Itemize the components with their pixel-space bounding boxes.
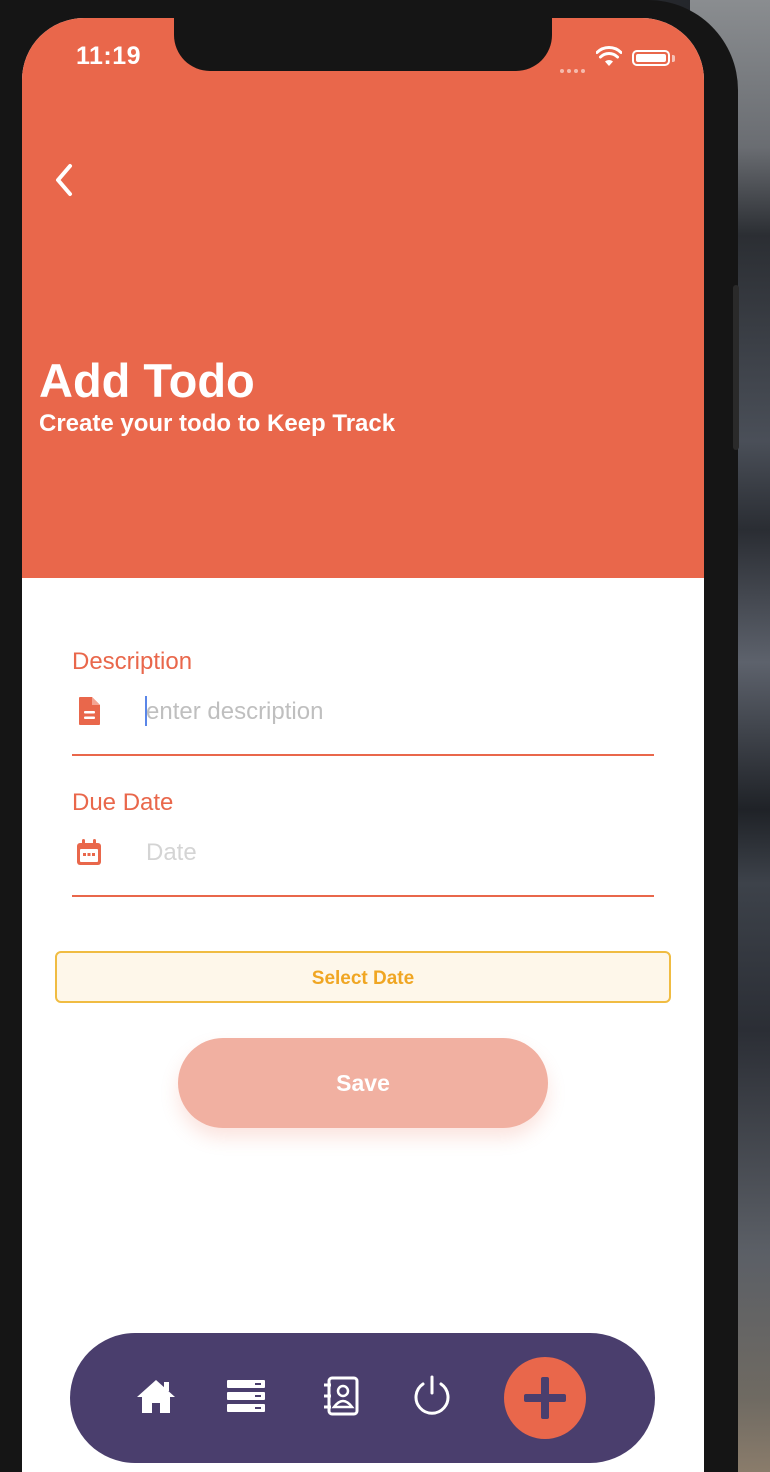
back-button[interactable] [46,156,86,204]
power-icon [414,1375,450,1415]
nav-home[interactable] [133,1373,179,1419]
nav-add-button[interactable] [504,1357,586,1439]
nav-list[interactable] [223,1373,269,1419]
app-screen: 11:19 Add Todo Create your todo to Keep … [22,18,704,1472]
status-indicators [560,42,680,73]
calendar-icon [77,839,101,865]
phone-side-button [733,285,739,450]
status-time: 11:19 [76,42,142,70]
due-date-input[interactable] [146,833,646,873]
add-icon [524,1377,566,1419]
nav-power[interactable] [409,1373,455,1419]
due-date-underline [72,895,654,897]
description-underline [72,754,654,756]
chevron-left-icon [56,164,72,196]
phone-notch [174,18,552,71]
phone-frame: 11:19 Add Todo Create your todo to Keep … [0,0,739,1472]
bottom-nav [70,1333,655,1463]
nav-contacts[interactable] [319,1373,365,1419]
page-title: Add Todo [39,354,255,407]
battery-cap [672,55,675,62]
home-icon [137,1380,175,1413]
description-input[interactable] [146,692,646,732]
list-icon [227,1380,265,1412]
wifi-icon [596,46,622,66]
save-button[interactable]: Save [178,1038,548,1128]
description-label: Description [72,648,193,675]
text-cursor [145,696,147,726]
battery-icon [632,50,670,66]
document-icon [79,697,100,725]
select-date-button[interactable]: Select Date [55,951,671,1003]
page-subtitle: Create your todo to Keep Track [39,410,396,437]
contacts-icon [324,1376,359,1416]
description-field: Description [72,648,654,758]
due-date-field: Due Date [72,789,654,899]
due-date-label: Due Date [72,789,174,816]
header: 11:19 Add Todo Create your todo to Keep … [22,18,704,578]
signal-icon [560,60,590,73]
